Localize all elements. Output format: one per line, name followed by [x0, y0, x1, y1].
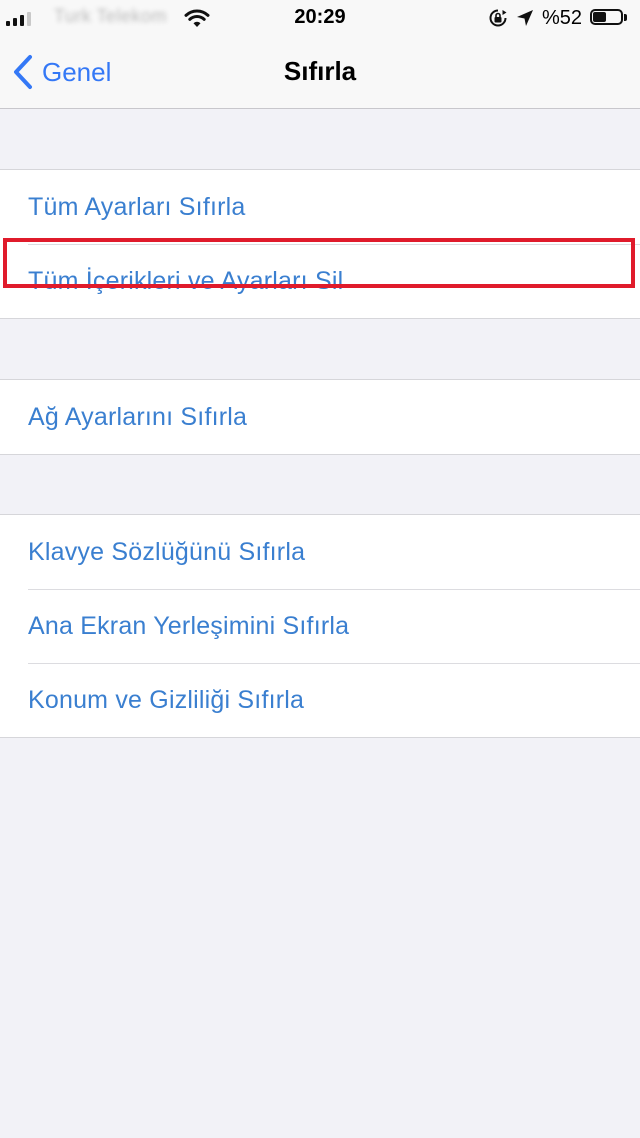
battery-level-fill: [593, 12, 606, 22]
row-label: Ağ Ayarlarını Sıfırla: [28, 402, 248, 431]
erase-all-content-row[interactable]: Tüm İçerikleri ve Ayarları Sil: [0, 244, 640, 318]
battery-percent: %52: [541, 6, 582, 29]
location-arrow-icon: [516, 10, 533, 26]
settings-group-other: Klavye Sözlüğünü Sıfırla Ana Ekran Yerle…: [0, 514, 640, 738]
orientation-lock-icon: [489, 9, 507, 27]
reset-location-privacy-row[interactable]: Konum ve Gizliliği Sıfırla: [0, 663, 640, 737]
page-title: Sıfırla: [283, 56, 357, 86]
reset-all-settings-row[interactable]: Tüm Ayarları Sıfırla: [0, 170, 640, 244]
row-label: Klavye Sözlüğünü Sıfırla: [28, 537, 306, 566]
row-label: Tüm İçerikleri ve Ayarları Sil: [28, 266, 344, 295]
row-label: Tüm Ayarları Sıfırla: [28, 192, 246, 221]
reset-home-screen-layout-row[interactable]: Ana Ekran Yerleşimini Sıfırla: [0, 589, 640, 663]
status-bar: Turk Telekom 20:29 %52: [0, 0, 640, 36]
navigation-bar: Genel Sıfırla: [0, 36, 640, 109]
reset-keyboard-dictionary-row[interactable]: Klavye Sözlüğünü Sıfırla: [0, 515, 640, 589]
reset-network-settings-row[interactable]: Ağ Ayarlarını Sıfırla: [0, 380, 640, 454]
battery-icon: [590, 9, 628, 27]
row-label: Ana Ekran Yerleşimini Sıfırla: [28, 611, 350, 640]
row-label: Konum ve Gizliliği Sıfırla: [28, 685, 305, 714]
settings-group-network: Ağ Ayarlarını Sıfırla: [0, 379, 640, 455]
settings-group-reset-all: Tüm Ayarları Sıfırla Tüm İçerikleri ve A…: [0, 169, 640, 319]
